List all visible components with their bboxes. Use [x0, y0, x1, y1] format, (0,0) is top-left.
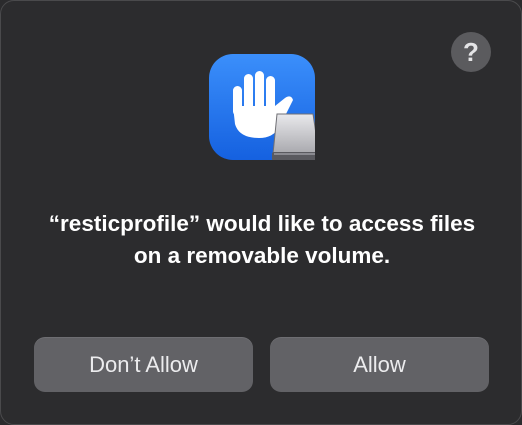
help-icon: ?: [463, 36, 479, 67]
permission-message: “resticprofile” would like to access fil…: [48, 211, 476, 268]
allow-button[interactable]: Allow: [270, 337, 489, 392]
privacy-hand-removable-drive-icon: [209, 54, 320, 161]
permission-dialog: ? “resticprofile” would like to access f…: [0, 0, 522, 425]
help-button[interactable]: ?: [451, 32, 491, 72]
dont-allow-button[interactable]: Don’t Allow: [34, 337, 253, 392]
